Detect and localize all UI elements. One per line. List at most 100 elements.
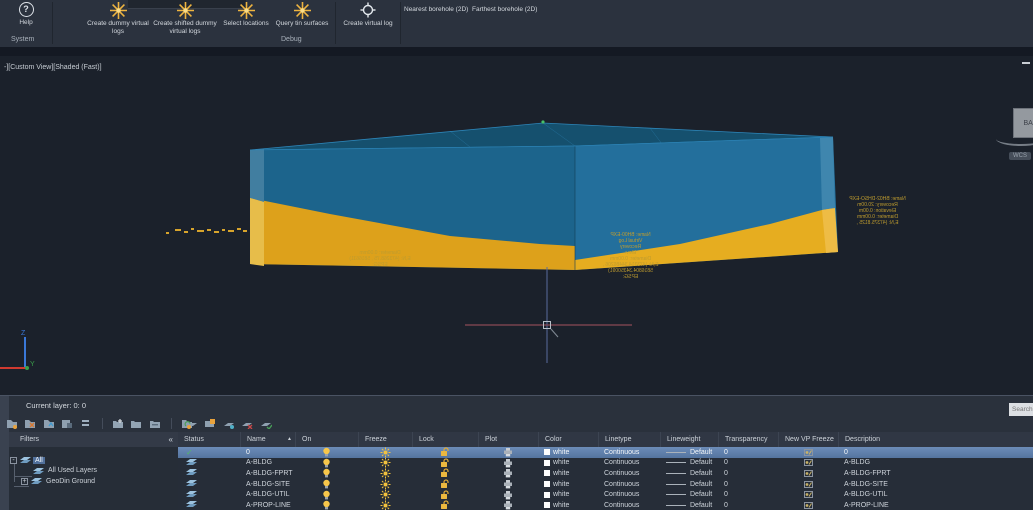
- layer-on-toggle[interactable]: [295, 479, 358, 490]
- drawing-viewport[interactable]: Z Y -][Custom View][Shaded (Fast)] Diame…: [0, 56, 1033, 395]
- layer-color-cell[interactable]: white: [538, 479, 598, 490]
- layer-lock-toggle[interactable]: [412, 458, 478, 469]
- layer-name-cell[interactable]: A-BLDG: [240, 458, 295, 469]
- layer-status-cell[interactable]: [178, 458, 240, 469]
- layer-settings-icon[interactable]: [61, 418, 73, 429]
- layer-vp-freeze-toggle[interactable]: [778, 468, 838, 479]
- layer-freeze-toggle[interactable]: [358, 489, 412, 500]
- column-header-lineweight[interactable]: Lineweight: [660, 432, 718, 447]
- new-layer-folder-icon[interactable]: [112, 418, 124, 429]
- layer-on-toggle[interactable]: [295, 489, 358, 500]
- layer-on-toggle[interactable]: [295, 468, 358, 479]
- layer-status-cell[interactable]: [178, 489, 240, 500]
- layer-name-cell[interactable]: A-PROP-LINE: [240, 500, 295, 510]
- layer-row-A-BLDG-UTIL[interactable]: A-BLDG-UTIL whiteContinuousDefault0 A-BLDG…: [178, 489, 1033, 500]
- layer-lock-toggle[interactable]: [412, 447, 478, 458]
- column-header-transparency[interactable]: Transparency: [718, 432, 778, 447]
- nearest-borehole-button[interactable]: Nearest borehole (2D): [404, 6, 468, 13]
- layer-status-cell[interactable]: [178, 479, 240, 490]
- layer-color-cell[interactable]: white: [538, 468, 598, 479]
- layer-plot-toggle[interactable]: [478, 458, 538, 469]
- column-header-name[interactable]: Name▲: [240, 432, 295, 447]
- set-current-layer-icon[interactable]: [260, 418, 272, 429]
- farthest-borehole-button[interactable]: Farthest borehole (2D): [472, 6, 537, 13]
- layer-freeze-toggle[interactable]: [358, 447, 412, 458]
- layer-status-cell[interactable]: [178, 468, 240, 479]
- layer-transparency-cell[interactable]: 0: [718, 447, 778, 458]
- layer-status-cell[interactable]: [178, 500, 240, 510]
- layer-freeze-toggle[interactable]: [358, 479, 412, 490]
- layer-lock-toggle[interactable]: [412, 489, 478, 500]
- layer-vp-freeze-toggle[interactable]: [778, 479, 838, 490]
- layer-lineweight-cell[interactable]: Default: [660, 489, 718, 500]
- layer-lineweight-cell[interactable]: Default: [660, 468, 718, 479]
- layer-transparency-cell[interactable]: 0: [718, 458, 778, 469]
- tree-expander-icon[interactable]: -: [10, 457, 17, 464]
- layer-linetype-cell[interactable]: Continuous: [598, 468, 660, 479]
- layer-vp-freeze-toggle[interactable]: [778, 447, 838, 458]
- query-tin-surfaces-button[interactable]: Query tin surfaces: [269, 1, 335, 41]
- layer-name-cell[interactable]: A-BLDG-FPRT: [240, 468, 295, 479]
- filter-tree-item-geodin-ground[interactable]: +GeoDin Ground: [21, 476, 97, 486]
- layer-description-cell[interactable]: 0: [838, 447, 1033, 458]
- folder-note-icon[interactable]: [149, 418, 161, 429]
- layer-color-cell[interactable]: white: [538, 489, 598, 500]
- new-layer-vp-frozen-icon[interactable]: [204, 418, 216, 429]
- open-folder-icon[interactable]: [130, 418, 142, 429]
- layer-lock-toggle[interactable]: [412, 500, 478, 510]
- create-dummy-virtual-logs-button[interactable]: Create dummy virtual logs: [85, 1, 151, 41]
- layer-row-A-BLDG[interactable]: A-BLDG whiteContinuousDefault0 A-BLDG: [178, 458, 1033, 469]
- create-virtual-log-button[interactable]: Create virtual log: [335, 1, 401, 41]
- layer-freeze-toggle[interactable]: [358, 468, 412, 479]
- palette-grip-bar[interactable]: [0, 396, 9, 510]
- column-header-new-vp-freeze[interactable]: New VP Freeze: [778, 432, 838, 447]
- layer-transparency-cell[interactable]: 0: [718, 468, 778, 479]
- help-button[interactable]: ? Help: [6, 1, 46, 33]
- layer-description-cell[interactable]: A-BLDG-SITE: [838, 479, 1033, 490]
- layer-freeze-toggle[interactable]: [358, 458, 412, 469]
- layer-linetype-cell[interactable]: Continuous: [598, 458, 660, 469]
- layer-lock-toggle[interactable]: [412, 479, 478, 490]
- layer-description-cell[interactable]: A-BLDG-UTIL: [838, 489, 1033, 500]
- column-header-freeze[interactable]: Freeze: [358, 432, 412, 447]
- layer-linetype-cell[interactable]: Continuous: [598, 500, 660, 510]
- layer-row-0[interactable]: ✓0whiteContinuousDefault00: [178, 447, 1033, 458]
- layer-transparency-cell[interactable]: 0: [718, 479, 778, 490]
- layer-transparency-cell[interactable]: 0: [718, 489, 778, 500]
- layer-on-toggle[interactable]: [295, 500, 358, 510]
- viewport-controls-label[interactable]: -][Custom View][Shaded (Fast)]: [4, 64, 102, 71]
- layer-plot-toggle[interactable]: [478, 489, 538, 500]
- wcs-menu[interactable]: WCS: [1009, 152, 1031, 160]
- layer-row-A-BLDG-SITE[interactable]: A-BLDG-SITEwhiteContinuousDefault0A-BLDG…: [178, 479, 1033, 490]
- column-header-description[interactable]: Description: [838, 432, 1033, 447]
- column-header-status[interactable]: Status: [178, 432, 240, 447]
- new-property-filter-icon[interactable]: [6, 418, 18, 429]
- layer-linetype-cell[interactable]: Continuous: [598, 489, 660, 500]
- layer-description-cell[interactable]: A-PROP-LINE: [838, 500, 1033, 510]
- layer-name-cell[interactable]: 0: [240, 447, 295, 458]
- layer-vp-freeze-toggle[interactable]: [778, 500, 838, 510]
- layer-plot-toggle[interactable]: [478, 468, 538, 479]
- layer-list-icon[interactable]: [80, 418, 92, 429]
- new-group-filter-icon[interactable]: [24, 418, 36, 429]
- column-header-color[interactable]: Color: [538, 432, 598, 447]
- layer-transparency-cell[interactable]: 0: [718, 500, 778, 510]
- new-layer-icon[interactable]: [186, 418, 198, 429]
- layer-vp-freeze-toggle[interactable]: [778, 458, 838, 469]
- layer-name-cell[interactable]: A-BLDG-UTIL: [240, 489, 295, 500]
- layer-color-cell[interactable]: white: [538, 458, 598, 469]
- layer-plot-toggle[interactable]: [478, 500, 538, 510]
- layer-lineweight-cell[interactable]: Default: [660, 458, 718, 469]
- column-header-lock[interactable]: Lock: [412, 432, 478, 447]
- layer-row-A-PROP-LINE[interactable]: A-PROP-LINEwhiteContinuousDefault0A-PROP…: [178, 500, 1033, 510]
- layer-color-cell[interactable]: white: [538, 500, 598, 510]
- column-header-plot[interactable]: Plot: [478, 432, 538, 447]
- layer-linetype-cell[interactable]: Continuous: [598, 479, 660, 490]
- layer-plot-toggle[interactable]: [478, 479, 538, 490]
- layer-plot-toggle[interactable]: [478, 447, 538, 458]
- layer-name-cell[interactable]: A-BLDG-SITE: [240, 479, 295, 490]
- layer-color-cell[interactable]: white: [538, 447, 598, 458]
- layer-description-cell[interactable]: A-BLDG: [838, 458, 1033, 469]
- layer-status-cell[interactable]: ✓: [178, 447, 240, 458]
- layer-search-input[interactable]: [1009, 403, 1033, 416]
